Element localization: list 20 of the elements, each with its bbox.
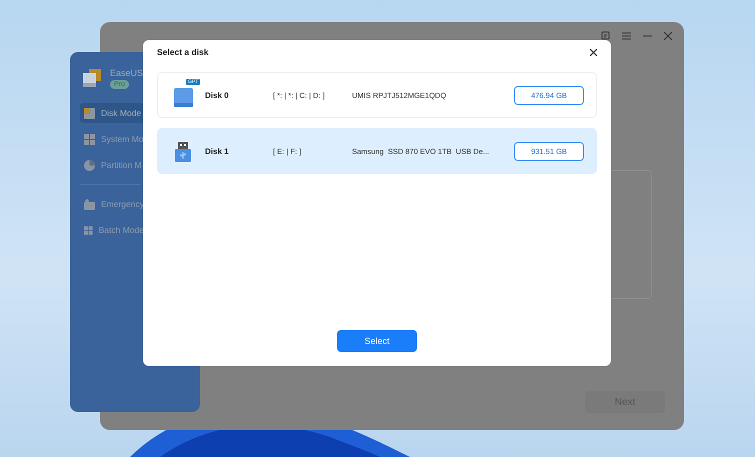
usb-drive-icon xyxy=(173,141,193,163)
disk-name: Disk 1 xyxy=(205,146,230,156)
close-icon[interactable] xyxy=(590,48,597,56)
menu-icon[interactable] xyxy=(622,32,631,40)
drive-logo-icon xyxy=(82,68,102,88)
grid-icon xyxy=(84,224,93,236)
nav-item[interactable]: System Mo xyxy=(80,129,144,149)
hard-drive-icon xyxy=(173,85,195,107)
disk-name: Disk 0 xyxy=(205,90,230,100)
brand-name: EaseUS xyxy=(110,68,144,78)
nav-item[interactable]: Partition M xyxy=(80,155,144,175)
minimize-icon[interactable] xyxy=(643,35,652,37)
nav-item[interactable]: Disk Mode xyxy=(80,103,144,123)
windows-icon xyxy=(84,134,95,144)
pie-chart-icon xyxy=(84,160,95,170)
nav-item[interactable]: Emergency xyxy=(80,194,144,214)
dialog-title: Select a disk xyxy=(157,47,209,57)
nav-item[interactable]: Batch Mode xyxy=(80,220,144,240)
feedback-icon[interactable] xyxy=(601,31,610,41)
select-button[interactable]: Select xyxy=(337,330,417,352)
